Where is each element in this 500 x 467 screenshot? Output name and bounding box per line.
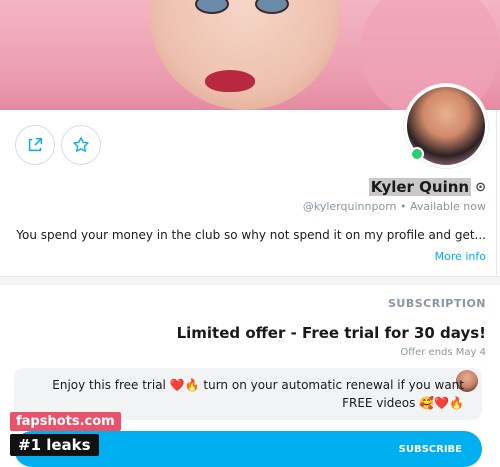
banner-lips — [205, 70, 255, 92]
creator-message-text: Enjoy this free trial ❤️🔥 turn on your a… — [34, 376, 464, 412]
star-icon — [73, 137, 89, 152]
subscribe-label: SUBSCRIBE — [398, 443, 462, 455]
watermark-tagline: #1 leaks — [10, 434, 99, 456]
profile-handle-line: @kylerquinnporn • Available now — [303, 200, 486, 213]
profile-handle: @kylerquinnporn — [302, 200, 397, 213]
profile-bio: You spend your money in the club so why … — [16, 228, 486, 242]
more-info-link[interactable]: More info — [435, 250, 486, 263]
share-button[interactable] — [15, 125, 55, 165]
offer-ends: Offer ends May 4 — [400, 347, 486, 358]
message-line-2: FREE videos 🥰❤️🔥 — [342, 396, 464, 410]
watermark-site: fapshots.com — [10, 412, 121, 431]
online-indicator — [410, 147, 424, 161]
profile-name-text: Kyler Quinn — [368, 178, 472, 196]
subscription-section-title: SUBSCRIPTION — [387, 297, 486, 310]
section-divider — [0, 276, 500, 285]
banner-face — [150, 0, 340, 110]
handle-separator: • — [400, 200, 410, 213]
share-icon — [28, 137, 43, 152]
profile-status: Available now — [410, 200, 486, 213]
profile-name: Kyler Quinn ⊙ — [368, 178, 486, 196]
offer-title: Limited offer - Free trial for 30 days! — [176, 324, 486, 342]
favorite-button[interactable] — [61, 125, 101, 165]
verified-icon: ⊙ — [475, 179, 486, 195]
message-line-1: Enjoy this free trial ❤️🔥 turn on your a… — [52, 378, 464, 392]
